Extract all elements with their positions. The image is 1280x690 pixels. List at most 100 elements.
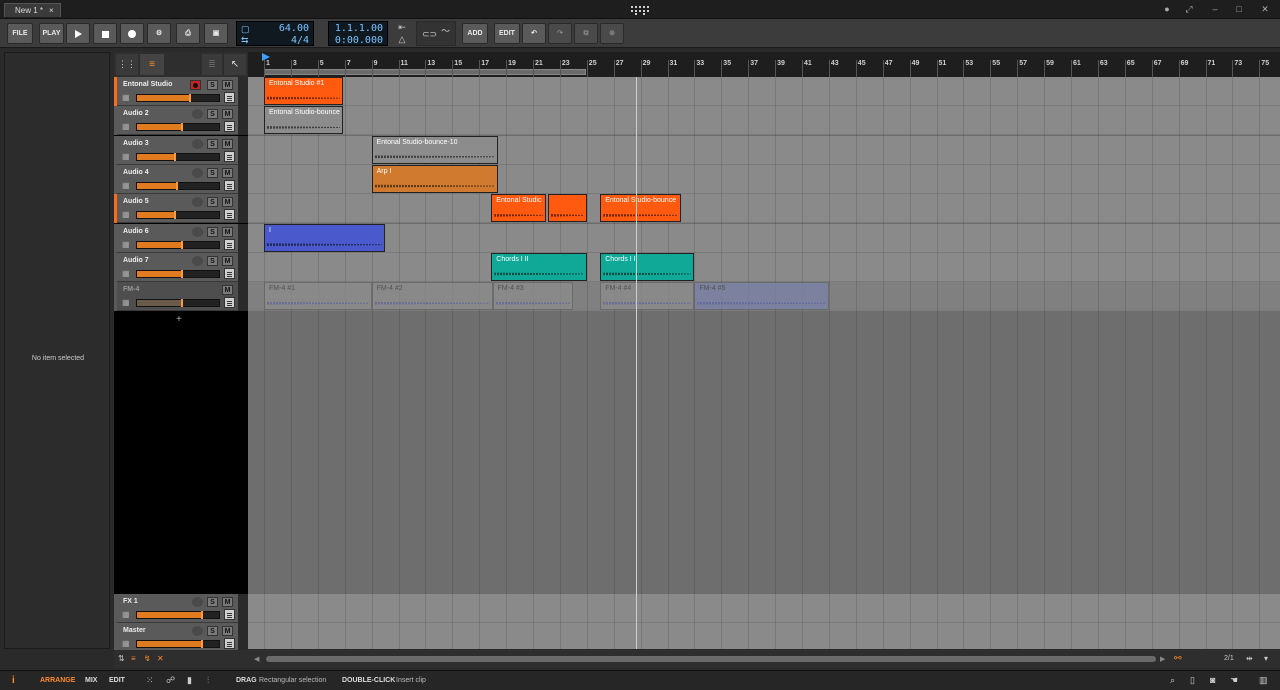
- solo-button[interactable]: S: [207, 197, 218, 208]
- delete-button[interactable]: ⊗: [600, 23, 624, 44]
- groove-icon[interactable]: 〜: [441, 24, 450, 37]
- track-header[interactable]: Entonal Studio ▦ S M: [114, 77, 248, 106]
- volume-fader[interactable]: [136, 211, 220, 220]
- track-header[interactable]: Audio 7 ▦ S M: [114, 252, 248, 282]
- playhead[interactable]: [636, 77, 637, 649]
- volume-fader[interactable]: [136, 181, 220, 190]
- timeline-ruler[interactable]: 1 3 5 7 9 11 13 15 17 19 21 23 25 27 29 31 33 35 37 39 41 43 4…: [248, 52, 1280, 77]
- track-menu-button[interactable]: [224, 238, 235, 250]
- volume-knob[interactable]: [201, 611, 203, 619]
- fullscreen-icon[interactable]: ⤢: [1182, 3, 1196, 15]
- input-monitor-button[interactable]: [192, 626, 203, 637]
- volume-knob[interactable]: [174, 211, 176, 220]
- track-name[interactable]: Audio 6: [123, 228, 149, 235]
- input-monitor-button[interactable]: [192, 255, 203, 266]
- track-name[interactable]: FX 1: [123, 598, 138, 605]
- list-icon[interactable]: ≡: [131, 654, 136, 663]
- volume-fader[interactable]: [136, 640, 220, 649]
- edit-view-button[interactable]: EDIT: [109, 677, 125, 684]
- pointer-tool-icon[interactable]: ↖: [224, 54, 246, 75]
- volume-knob[interactable]: [201, 640, 203, 649]
- clip[interactable]: [547, 194, 587, 223]
- arrange-view-button[interactable]: ARRANGE: [40, 677, 75, 684]
- track-header[interactable]: Audio 4 ▦ S M: [114, 164, 248, 194]
- mute-button[interactable]: M: [222, 138, 233, 149]
- solo-button[interactable]: S: [207, 226, 218, 237]
- tempo-value[interactable]: 64.00: [279, 23, 309, 34]
- solo-button[interactable]: S: [207, 167, 218, 178]
- maximize-icon[interactable]: □: [1232, 3, 1246, 15]
- close-window-icon[interactable]: ✕: [1258, 3, 1272, 15]
- track-header[interactable]: FM-4 ▦ M: [114, 282, 248, 312]
- clip[interactable]: Chords I II: [600, 252, 695, 281]
- solo-button[interactable]: S: [207, 80, 218, 90]
- follow-icon[interactable]: ⚯: [1174, 653, 1182, 664]
- track-header[interactable]: Audio 3 ▦ S M: [114, 135, 248, 165]
- clip-launcher-icon[interactable]: ⁙: [146, 675, 154, 686]
- input-monitor-button[interactable]: [192, 597, 203, 607]
- volume-fader[interactable]: [136, 269, 220, 278]
- mute-button[interactable]: M: [222, 109, 233, 120]
- mute-button[interactable]: M: [222, 597, 233, 607]
- fold-icon[interactable]: ⇅: [118, 654, 125, 663]
- volume-fader[interactable]: [136, 152, 220, 161]
- input-monitor-button[interactable]: [192, 167, 203, 178]
- clip[interactable]: Entonal Studic: [491, 194, 547, 223]
- volume-fader[interactable]: [136, 240, 220, 249]
- input-monitor-button[interactable]: [192, 109, 203, 120]
- position-display[interactable]: 1.1.1.00 0:00.000: [328, 21, 388, 46]
- loop-controls[interactable]: ⊂⊃ 〜: [416, 21, 456, 46]
- file-browser-icon[interactable]: ▯: [1190, 675, 1195, 686]
- metronome-icon[interactable]: △: [393, 33, 411, 45]
- clip[interactable]: Chords I II: [491, 252, 587, 281]
- mix-view-button[interactable]: MIX: [85, 677, 97, 684]
- scroll-left-icon[interactable]: ◀: [254, 655, 259, 663]
- track-name[interactable]: Audio 3: [123, 140, 149, 147]
- overdub-button[interactable]: ▣: [204, 23, 228, 44]
- mute-button[interactable]: M: [222, 197, 233, 208]
- close-x-icon[interactable]: ✕: [157, 654, 164, 663]
- volume-knob[interactable]: [181, 240, 183, 249]
- input-monitor-button[interactable]: [192, 197, 203, 208]
- edit-menu-button[interactable]: EDIT: [494, 23, 520, 44]
- project-tab[interactable]: New 1 * ×: [4, 3, 61, 17]
- volume-fader[interactable]: [136, 94, 220, 102]
- clip[interactable]: FM-4 #2: [371, 282, 493, 311]
- expand-icon[interactable]: ↯: [144, 654, 151, 663]
- mute-button[interactable]: M: [222, 626, 233, 637]
- copy-button[interactable]: ⧉: [574, 23, 598, 44]
- panel-icon[interactable]: ▮: [187, 675, 192, 686]
- clip[interactable]: FM-4 #1: [264, 282, 372, 311]
- mute-button[interactable]: M: [222, 255, 233, 266]
- solo-button[interactable]: S: [207, 255, 218, 266]
- clip[interactable]: FM-4 #3: [492, 282, 574, 311]
- clip[interactable]: Entonal Studio-bounce: [264, 106, 344, 135]
- device-icon[interactable]: ◙: [1210, 675, 1215, 685]
- record-arm-button[interactable]: [190, 80, 201, 90]
- solo-button[interactable]: S: [207, 626, 218, 637]
- clip[interactable]: FM-4 #5: [694, 282, 829, 311]
- volume-knob[interactable]: [176, 181, 178, 190]
- clip[interactable]: Entonal Studio-bounce-10: [371, 135, 499, 164]
- volume-knob[interactable]: [189, 94, 191, 102]
- time-signature[interactable]: 4/4: [291, 35, 309, 46]
- clip[interactable]: Entonal Studio #1: [264, 77, 344, 105]
- volume-knob[interactable]: [181, 123, 183, 132]
- volume-fader[interactable]: [136, 123, 220, 132]
- clip[interactable]: FM-4 #4: [600, 282, 695, 311]
- volume-fader[interactable]: [136, 299, 220, 308]
- record-button[interactable]: [120, 23, 144, 44]
- track-header[interactable]: Audio 6 ▦ S M: [114, 223, 248, 253]
- track-menu-button[interactable]: [224, 267, 235, 279]
- solo-button[interactable]: S: [207, 597, 218, 607]
- track-name[interactable]: FM-4: [123, 286, 139, 293]
- track-name[interactable]: Master: [123, 627, 146, 634]
- track-header[interactable]: Audio 5 ▦ S M: [114, 194, 248, 224]
- solo-button[interactable]: S: [207, 138, 218, 149]
- track-header[interactable]: FX 1 ▦ S M: [114, 594, 248, 623]
- loop-icon[interactable]: ⊂⊃: [422, 29, 437, 40]
- stop-button[interactable]: [93, 23, 117, 44]
- layer-icon[interactable]: ≣: [202, 54, 222, 75]
- volume-knob[interactable]: [181, 299, 183, 308]
- mute-button[interactable]: M: [222, 226, 233, 237]
